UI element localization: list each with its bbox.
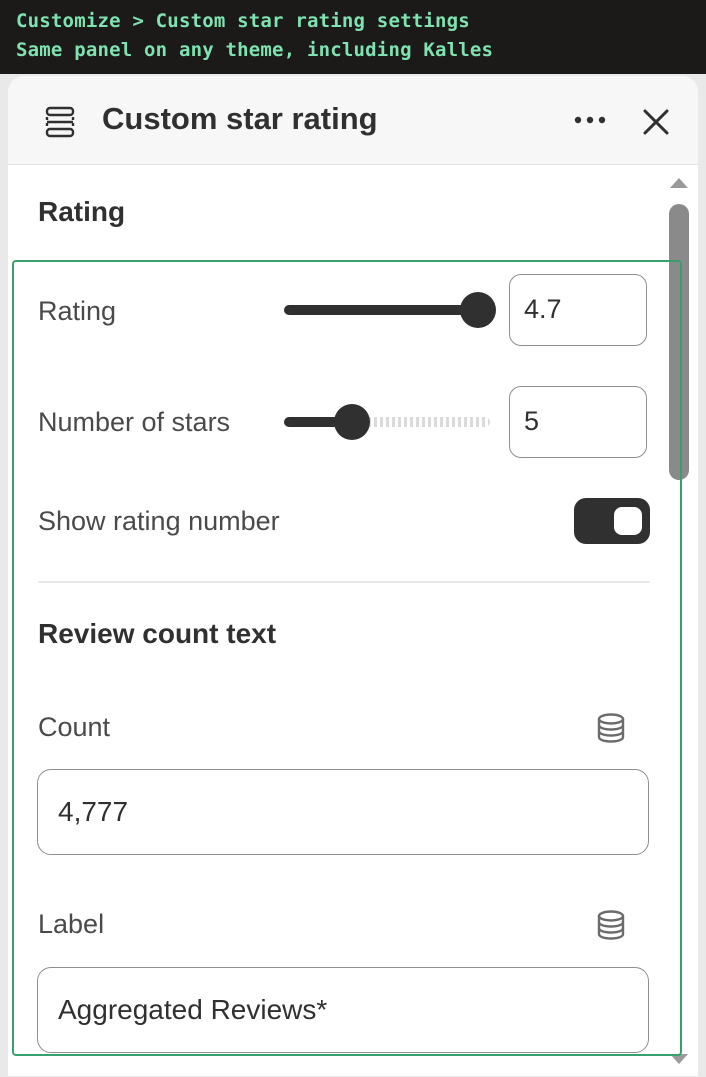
count-input[interactable]: 4,777 [37,769,649,855]
count-label: Count [38,712,111,742]
settings-panel: Custom star rating Rating Rating 4.7 Num… [8,76,698,1076]
rating-slider-fill [284,305,478,315]
dynamic-source-database-icon[interactable] [595,712,627,744]
section-divider [38,581,650,583]
number-of-stars-input[interactable]: 5 [509,386,647,458]
toggle-knob [614,507,642,535]
more-horizontal-icon [568,116,612,142]
review-count-section-title: Review count text [38,618,277,649]
rating-slider[interactable] [284,292,496,328]
rating-number-input[interactable]: 4.7 [509,274,647,346]
close-button[interactable] [634,100,678,144]
panel-title: Custom star rating [102,101,378,136]
label-field-label: Label [38,909,105,939]
label-input[interactable]: Aggregated Reviews* [37,967,649,1053]
caption-bar: Customize > Custom star rating settings … [0,0,706,74]
caption-line-1: Customize > Custom star rating settings [16,10,470,32]
rating-section-title: Rating [38,196,126,227]
close-icon [634,109,678,148]
more-options-button[interactable] [568,102,612,138]
number-of-stars-slider[interactable] [284,404,490,440]
block-section-icon [44,106,76,138]
highlight-frame [12,260,682,1056]
scroll-up-arrow-icon[interactable] [668,176,690,190]
panel-header: Custom star rating [8,76,698,165]
rating-label: Rating [38,296,117,326]
rating-slider-thumb[interactable] [460,292,496,328]
dynamic-source-database-icon[interactable] [595,909,627,941]
number-of-stars-label: Number of stars [38,407,231,437]
show-rating-number-toggle[interactable] [574,498,650,544]
show-rating-number-label: Show rating number [38,506,280,536]
stars-slider-thumb[interactable] [334,404,370,440]
caption-line-2: Same panel on any theme, including Kalle… [16,39,494,61]
